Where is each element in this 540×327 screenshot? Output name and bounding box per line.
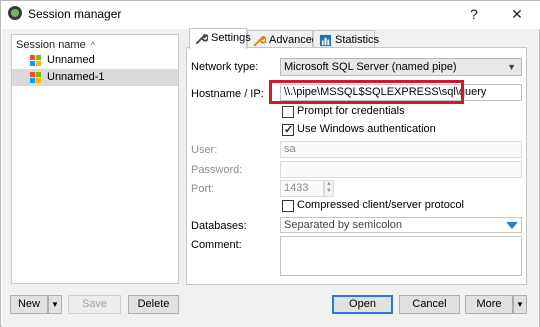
title-bar: Session manager ? ✕ [1, 1, 540, 29]
cancel-button[interactable]: Cancel [399, 295, 460, 314]
password-label: Password: [191, 164, 243, 176]
save-button[interactable]: Save [68, 295, 121, 314]
prompt-credentials-checkbox[interactable] [282, 106, 294, 118]
network-type-value: Microsoft SQL Server (named pipe) [284, 61, 457, 73]
network-type-select[interactable]: Microsoft SQL Server (named pipe) ▼ [280, 58, 522, 76]
compressed-protocol-label: Compressed client/server protocol [297, 199, 464, 211]
delete-button[interactable]: Delete [128, 295, 179, 314]
open-button[interactable]: Open [332, 295, 393, 314]
new-dropdown-arrow[interactable]: ▼ [48, 295, 62, 314]
session-list[interactable]: Session name ^ Unnamed Unnamed-1 [11, 34, 179, 284]
hostname-label: Hostname / IP: [191, 88, 264, 100]
session-list-header[interactable]: Session name ^ [16, 37, 95, 53]
tab-label: Advanced [269, 34, 318, 46]
help-button[interactable]: ? [452, 1, 496, 29]
dropdown-arrow-icon [506, 222, 518, 229]
comment-label: Comment: [191, 239, 242, 251]
session-manager-window: Session manager ? ✕ Session name ^ Unname… [0, 0, 540, 327]
network-type-label: Network type: [191, 61, 259, 73]
databases-value: Separated by semicolon [284, 219, 403, 231]
more-dropdown-arrow[interactable]: ▼ [513, 295, 527, 314]
user-input[interactable]: sa [280, 141, 522, 158]
tab-settings[interactable]: Settings [189, 28, 251, 49]
databases-select[interactable]: Separated by semicolon [280, 217, 522, 233]
user-value: sa [284, 143, 296, 155]
session-name-column-label: Session name [16, 39, 86, 51]
more-button[interactable]: More [465, 295, 513, 314]
windows-logo-icon [30, 55, 42, 66]
sort-ascending-icon: ^ [90, 40, 95, 50]
new-button[interactable]: New [10, 295, 48, 314]
close-button[interactable]: ✕ [495, 1, 539, 29]
compressed-protocol-checkbox[interactable] [282, 200, 294, 212]
bar-chart-icon [319, 34, 332, 47]
prompt-credentials-label: Prompt for credentials [297, 105, 405, 117]
user-label: User: [191, 144, 218, 156]
session-item-label: Unnamed-1 [47, 71, 105, 83]
windows-logo-icon [30, 72, 42, 83]
databases-label: Databases: [191, 220, 247, 232]
wrench-icon [195, 34, 208, 45]
window-title: Session manager [28, 7, 122, 21]
comment-textarea[interactable] [280, 236, 522, 276]
windows-authentication-checkbox[interactable] [282, 123, 294, 136]
password-input[interactable] [280, 161, 522, 178]
session-item-unnamed[interactable]: Unnamed [12, 52, 178, 69]
port-spinner[interactable]: ▲ ▼ [324, 180, 334, 197]
port-input[interactable]: 1433 [280, 180, 324, 197]
highlight-annotation-box [269, 80, 464, 104]
port-label: Port: [191, 183, 215, 195]
tab-label: Statistics [335, 34, 380, 46]
orange-wrench-icon [253, 36, 266, 47]
port-value: 1433 [284, 182, 309, 194]
windows-authentication-label: Use Windows authentication [297, 123, 436, 135]
tab-label: Settings [211, 32, 251, 44]
session-item-unnamed-1[interactable]: Unnamed-1 [12, 69, 178, 86]
chevron-down-icon: ▼ [507, 62, 516, 72]
app-logo-icon [8, 6, 22, 20]
session-item-label: Unnamed [47, 54, 95, 66]
